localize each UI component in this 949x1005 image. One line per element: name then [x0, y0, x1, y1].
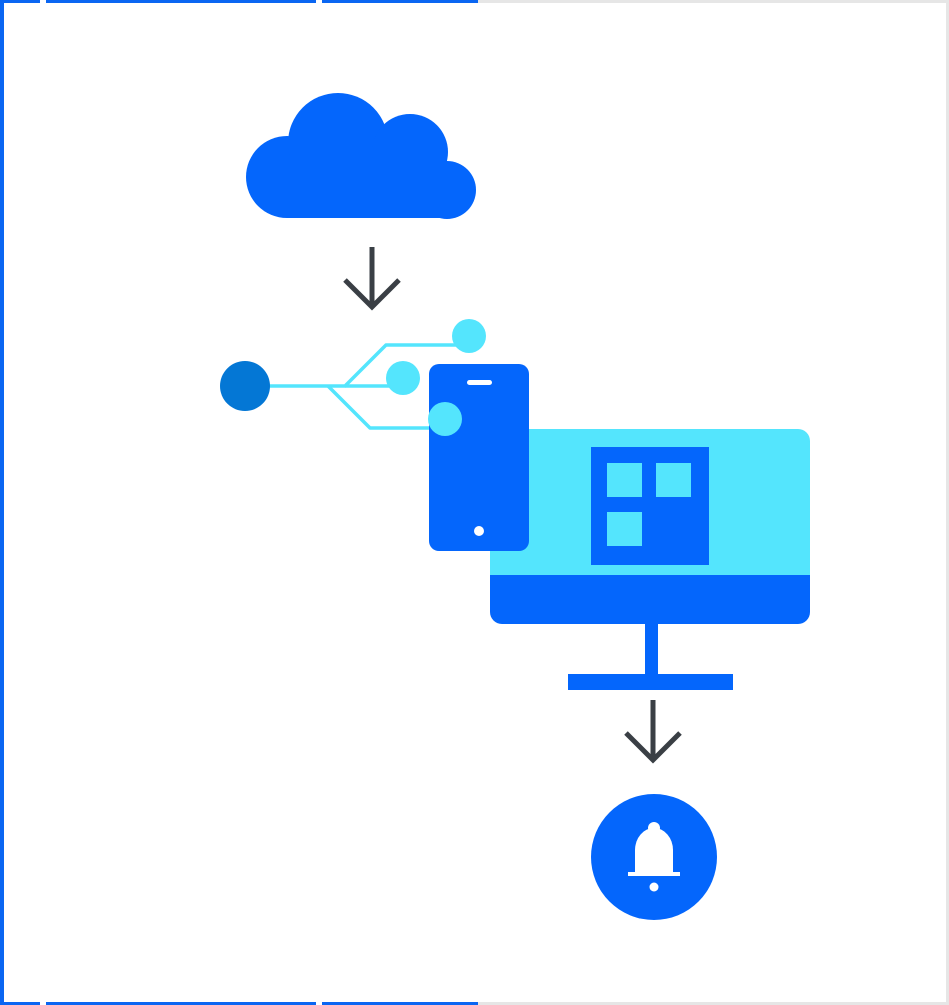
frame-left-edge — [0, 0, 4, 1005]
arrow-down-icon — [624, 700, 682, 764]
arrow-down-icon — [343, 247, 401, 311]
phone-home-button — [474, 526, 484, 536]
network-endpoint-node — [452, 319, 486, 353]
network-source-node — [220, 361, 270, 411]
desktop-monitor-icon — [490, 429, 810, 690]
bell-icon — [591, 794, 717, 920]
network-endpoint-node — [386, 361, 420, 395]
app-grid-icon — [591, 447, 709, 565]
monitor-bezel — [490, 575, 810, 624]
cloud-icon — [246, 93, 476, 219]
phone-speaker — [467, 380, 492, 385]
network-endpoint-node — [428, 402, 462, 436]
frame-top-blue-2 — [46, 0, 316, 3]
monitor-neck — [645, 624, 658, 676]
frame-top-gray — [478, 0, 949, 3]
cloud-to-device-notification-diagram — [0, 0, 949, 1005]
monitor-base — [568, 674, 733, 690]
smartphone-icon — [429, 364, 529, 551]
frame-top-blue-1 — [4, 0, 40, 3]
frame-top-blue-3 — [322, 0, 478, 3]
